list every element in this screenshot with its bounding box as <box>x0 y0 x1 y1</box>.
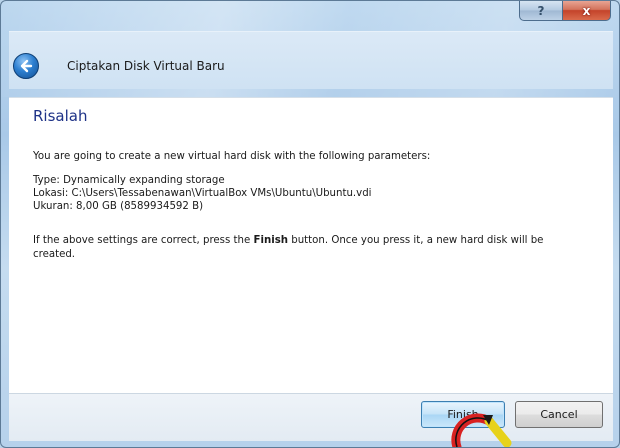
page-heading: Risalah <box>33 107 88 125</box>
back-arrow-icon[interactable] <box>13 53 39 79</box>
param-size: Ukuran: 8,00 GB (8589934592 B) <box>33 201 204 212</box>
instruction-line-2: created. <box>33 249 76 260</box>
instruction-finish-word: Finish <box>253 235 289 246</box>
back-arrow-glyph <box>20 59 33 73</box>
close-button[interactable]: x <box>563 1 611 21</box>
help-button[interactable]: ? <box>519 1 563 21</box>
instruction-prefix: If the above settings are correct, press… <box>33 235 254 246</box>
cancel-button[interactable]: Cancel <box>515 401 603 428</box>
instruction-line-1: If the above settings are correct, press… <box>33 235 543 247</box>
wizard-title: Ciptakan Disk Virtual Baru <box>67 59 225 73</box>
wizard-window: ? x Ciptakan Disk Virtual Baru Risalah Y… <box>0 0 620 448</box>
instruction-suffix: button. Once you press it, a new hard di… <box>288 235 544 246</box>
busy-cursor-icon <box>451 413 512 447</box>
param-type: Type: Dynamically expanding storage <box>33 175 225 186</box>
caption-buttons: ? x <box>519 1 613 23</box>
intro-text: You are going to create a new virtual ha… <box>33 151 431 162</box>
param-location: Lokasi: C:\Users\Tessabenawan\VirtualBox… <box>33 188 372 199</box>
